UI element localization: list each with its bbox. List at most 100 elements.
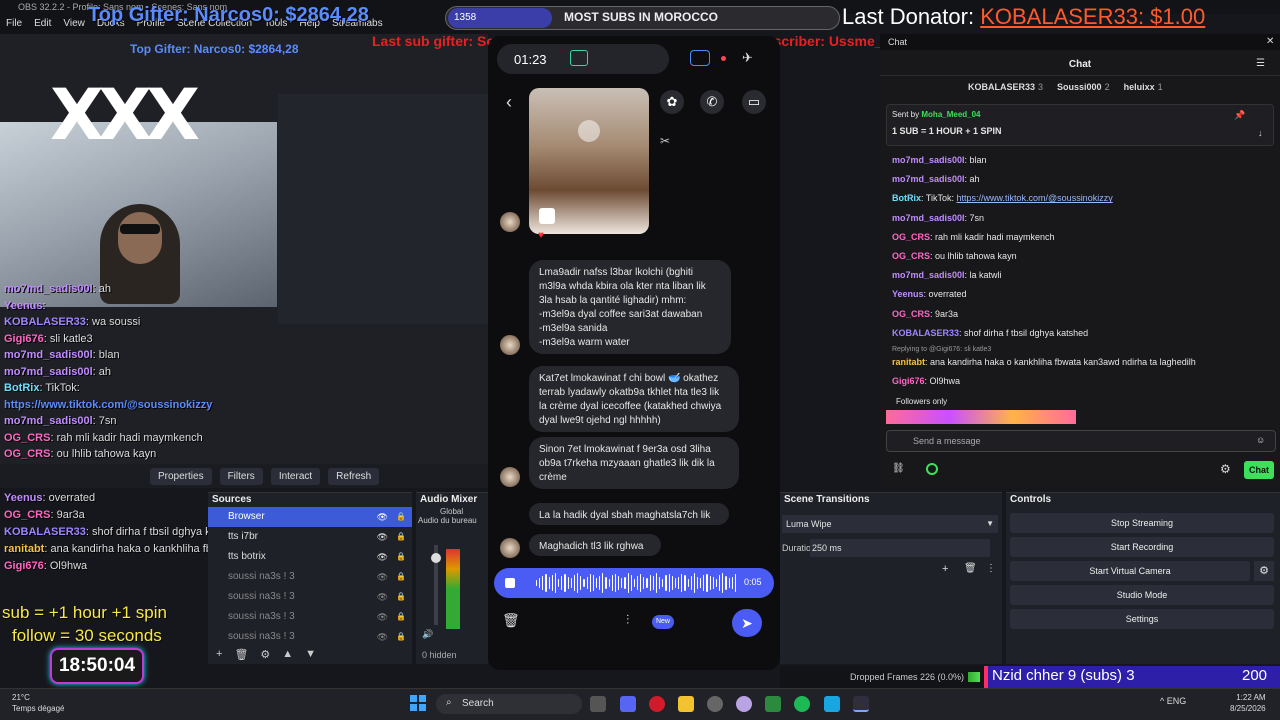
- screen-share-icon[interactable]: [570, 50, 588, 66]
- settings-gear-icon[interactable]: ⚙: [1220, 462, 1231, 476]
- close-dock-icon[interactable]: ✕: [1266, 36, 1274, 47]
- menu-item[interactable]: Edit: [34, 14, 51, 34]
- chat-username[interactable]: mo7md_sadis00l: [892, 270, 965, 280]
- stop-recording-icon[interactable]: [505, 578, 515, 588]
- sticker-icon[interactable]: ✿: [660, 90, 684, 114]
- chat-send-button[interactable]: Chat: [1244, 461, 1274, 479]
- stop-streaming-button[interactable]: Stop Streaming: [1010, 513, 1274, 533]
- chat-username[interactable]: https://www.tiktok.com/@soussinokizzy: [4, 399, 212, 411]
- bits-icon[interactable]: [926, 463, 938, 475]
- language-indicator[interactable]: ENG: [1167, 696, 1187, 706]
- remove-transition-icon[interactable]: 🗑: [964, 563, 977, 574]
- send-icon[interactable]: ➤: [732, 609, 762, 637]
- chat-username[interactable]: Yeenus: [4, 300, 43, 312]
- start-virtual-camera-button[interactable]: Start Virtual Camera: [1010, 561, 1250, 581]
- add-transition-icon[interactable]: +: [942, 563, 948, 575]
- message-bubble-3[interactable]: Sinon 7et lmokawinat f 9er3a osd 3liha o…: [529, 437, 739, 489]
- discord-icon[interactable]: [620, 696, 636, 712]
- chat-username[interactable]: BotRix: [4, 382, 39, 394]
- chevron-down-icon[interactable]: ↓: [1258, 128, 1263, 138]
- chevron-up-icon[interactable]: ^: [1160, 696, 1164, 706]
- chat-username[interactable]: mo7md_sadis00l: [892, 213, 965, 223]
- source-item[interactable]: soussi na3s ! 3 👁 🔒: [208, 607, 412, 627]
- message-bubble-5[interactable]: Maghadich tl3 lik rghwa: [529, 534, 661, 556]
- top-gifter-entry[interactable]: heluixx 1: [1124, 82, 1163, 92]
- lock-icon[interactable]: 🔒: [396, 527, 406, 547]
- weather-widget[interactable]: 21°C Temps dégagé: [12, 692, 64, 714]
- chat-username[interactable]: OG_CRS: [4, 448, 50, 460]
- chat-link[interactable]: https://www.tiktok.com/@soussinokizzy: [957, 193, 1113, 203]
- visibility-icon[interactable]: 👁: [377, 547, 388, 567]
- chevron-down-icon[interactable]: ▼: [986, 519, 994, 528]
- chat-username[interactable]: mo7md_sadis00l: [4, 349, 93, 361]
- windows-start-icon[interactable]: [410, 695, 426, 711]
- lock-icon[interactable]: 🔒: [396, 567, 406, 587]
- add-source-icon[interactable]: +: [216, 648, 222, 660]
- cast-icon[interactable]: [690, 50, 710, 66]
- interact-button[interactable]: Interact: [270, 467, 321, 485]
- duration-input[interactable]: 250 ms: [810, 539, 990, 557]
- task-view-icon[interactable]: [590, 696, 606, 712]
- browser-icon[interactable]: [736, 696, 752, 712]
- refresh-button[interactable]: Refresh: [328, 467, 380, 485]
- chat-username[interactable]: BotRix: [892, 193, 921, 203]
- more-options-icon[interactable]: ⋮: [986, 563, 996, 574]
- visibility-icon[interactable]: 👁: [377, 567, 388, 587]
- source-item[interactable]: tts botrix 👁 🔒: [208, 547, 412, 567]
- chat-username[interactable]: mo7md_sadis00l: [892, 155, 965, 165]
- chat-username[interactable]: Gigi676: [892, 376, 925, 386]
- lock-icon[interactable]: 🔒: [396, 607, 406, 627]
- source-settings-icon[interactable]: ⚙: [260, 648, 270, 661]
- pin-icon[interactable]: 📌: [1234, 110, 1245, 121]
- share-icon[interactable]: ✂: [660, 134, 670, 148]
- phone-call-icon[interactable]: ✆: [700, 90, 724, 114]
- chat-username[interactable]: KOBALASER33: [892, 328, 959, 338]
- chat-username[interactable]: Gigi676: [4, 333, 44, 345]
- chat-tools-icon[interactable]: ⛓: [892, 463, 905, 474]
- chat-username[interactable]: Gigi676: [4, 560, 44, 572]
- chat-username[interactable]: mo7md_sadis00l: [4, 283, 93, 295]
- top-gifter-entry[interactable]: KOBALASER33 3: [968, 82, 1043, 92]
- taskbar-clock[interactable]: 1:22 AM 8/25/2026: [1230, 692, 1266, 714]
- lock-icon[interactable]: 🔒: [396, 507, 406, 527]
- send-message-input[interactable]: Send a message: [886, 430, 1276, 452]
- taskbar-search[interactable]: Search: [436, 694, 582, 714]
- chat-username[interactable]: Yeenus: [892, 289, 924, 299]
- message-bubble-4[interactable]: La la hadik dyal sbah maghatsla7ch lik: [529, 503, 729, 525]
- chat-username[interactable]: ranitabt: [892, 357, 925, 367]
- chat-username[interactable]: mo7md_sadis00l: [4, 366, 93, 378]
- source-item[interactable]: soussi na3s ! 3 👁 🔒: [208, 567, 412, 587]
- top-gifter-entry[interactable]: Soussi000 2: [1057, 82, 1110, 92]
- source-item[interactable]: soussi na3s ! 3 👁 🔒: [208, 587, 412, 607]
- lock-icon[interactable]: 🔒: [396, 547, 406, 567]
- message-bubble-2[interactable]: Kat7et lmokawinat f chi bowl 🥣 okathez t…: [529, 366, 739, 432]
- voice-effects-icon[interactable]: ⫶: [626, 612, 629, 628]
- volume-slider[interactable]: [431, 545, 441, 625]
- obs-app-icon[interactable]: [853, 696, 869, 712]
- system-tray[interactable]: ^ ENG: [1160, 696, 1186, 706]
- settings-app-icon[interactable]: [707, 696, 723, 712]
- properties-button[interactable]: Properties: [150, 467, 212, 485]
- chat-username[interactable]: mo7md_sadis00l: [4, 415, 93, 427]
- message-bubble-1[interactable]: Lma9adir nafss l3bar lkolchi (bghiti m3l…: [529, 260, 731, 354]
- transition-select[interactable]: Luma Wipe: [782, 515, 998, 533]
- speaker-icon[interactable]: 🔊: [422, 629, 433, 640]
- back-arrow-icon[interactable]: ‹: [506, 92, 512, 113]
- move-up-icon[interactable]: ▲: [282, 648, 293, 660]
- video-call-icon[interactable]: ▭: [742, 90, 766, 114]
- spotify-icon[interactable]: [794, 696, 810, 712]
- chat-username[interactable]: OG_CRS: [4, 509, 50, 521]
- chat-username[interactable]: ranitabt: [4, 543, 44, 555]
- play-icon[interactable]: [578, 120, 600, 142]
- chat-username[interactable]: KOBALASER33: [4, 316, 86, 328]
- emoji-icon[interactable]: ☺: [1256, 435, 1265, 445]
- pinned-by-user[interactable]: Moha_Meed_04: [921, 110, 980, 119]
- visibility-icon[interactable]: 👁: [377, 507, 388, 527]
- file-explorer-icon[interactable]: [678, 696, 694, 712]
- opera-icon[interactable]: [649, 696, 665, 712]
- menu-item[interactable]: View: [63, 14, 85, 34]
- source-item[interactable]: tts i7br 👁 🔒: [208, 527, 412, 547]
- chat-username[interactable]: OG_CRS: [892, 309, 930, 319]
- virtual-camera-settings-icon[interactable]: ⚙: [1254, 561, 1274, 581]
- remove-source-icon[interactable]: 🗑: [234, 648, 248, 661]
